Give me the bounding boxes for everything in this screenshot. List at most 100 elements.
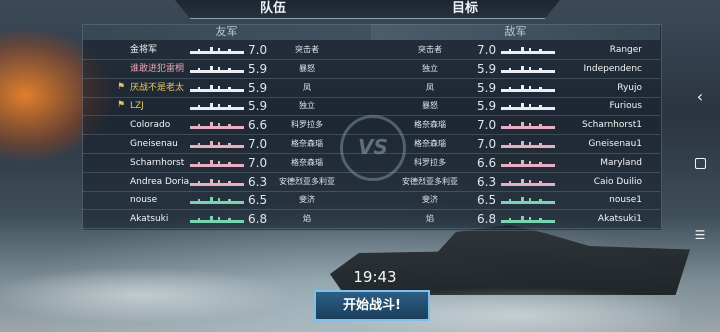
enemy-row[interactable]: nouse1 6.5 斐济 — [371, 191, 660, 211]
ship-rating: 5.9 — [248, 99, 268, 114]
ship-silhouette-icon — [188, 196, 246, 205]
start-battle-button[interactable]: 开始战斗! — [314, 290, 430, 321]
friendly-row[interactable]: 金将军 7.0 突击者 — [82, 41, 371, 60]
ship-class: 暴怒 — [422, 101, 438, 111]
system-nav-bar: ‹ ☰ — [680, 0, 720, 332]
ship-rating: 5.9 — [477, 99, 497, 114]
ship-rating: 5.9 — [477, 80, 497, 95]
friendly-row[interactable]: Colorado 6.6 科罗拉多 — [82, 116, 371, 136]
enemy-row[interactable]: Ranger 7.0 突击者 — [371, 41, 660, 60]
ship-class: 安德烈亚多利亚 — [402, 176, 458, 186]
player-name: Andrea Doria — [130, 176, 190, 187]
ship-silhouette-icon — [499, 140, 557, 149]
ship-silhouette-icon — [499, 121, 557, 130]
ship-class: 焰 — [426, 214, 434, 224]
ship-class: 斐济 — [299, 195, 315, 205]
player-name: Ranger — [609, 45, 642, 55]
friendly-row[interactable]: 谁敢进犯雷桐 5.9 暴怒 — [82, 60, 371, 79]
ship-silhouette-icon — [499, 84, 557, 93]
enemy-header: 敌军 — [371, 24, 660, 40]
ship-class: 格奈森瑙 — [414, 139, 446, 148]
ship-rating: 7.0 — [477, 43, 497, 57]
friendly-row[interactable]: Andrea Doria 6.3 安德烈亚多利亚 — [82, 173, 371, 192]
friendly-row[interactable]: Akatsuki 6.8 焰 — [82, 210, 371, 230]
player-name: Furious — [609, 101, 643, 112]
tab-team[interactable]: 队伍 — [228, 0, 318, 18]
player-name: nouse — [130, 195, 158, 206]
ship-class: 凤 — [303, 82, 311, 92]
ship-rating: 7.0 — [248, 43, 268, 57]
friendly-row[interactable]: ⚑ LZJ 5.9 独立 — [82, 97, 371, 117]
player-name: Independenc — [583, 63, 642, 74]
enemy-row[interactable]: Gneisenau1 7.0 格奈森瑙 — [371, 135, 660, 154]
ship-silhouette-icon — [188, 46, 246, 55]
ship-rating: 5.9 — [248, 61, 268, 76]
flag-icon: ⚑ — [116, 100, 126, 111]
ship-rating: 6.8 — [477, 212, 497, 227]
ship-rating: 6.6 — [477, 155, 497, 170]
ship-class: 格奈森瑙 — [291, 139, 323, 148]
ship-rating: 5.9 — [477, 61, 497, 76]
ship-class: 格奈森瑙 — [291, 157, 323, 167]
friendly-row[interactable]: Gneisenau 7.0 格奈森瑙 — [82, 135, 371, 154]
enemy-row[interactable]: Ryujo 5.9 凤 — [371, 79, 660, 98]
home-icon[interactable] — [692, 158, 708, 174]
ship-rating: 6.8 — [248, 212, 268, 227]
friendly-row[interactable]: ⚑ 厌战不是老太 5.9 凤 — [82, 79, 371, 98]
ship-class: 科罗拉多 — [414, 157, 446, 167]
menu-icon[interactable]: ☰ — [692, 227, 708, 243]
player-name: Scharnhorst — [130, 157, 185, 168]
friendly-row[interactable]: Scharnhorst 7.0 格奈森瑙 — [82, 154, 371, 173]
enemy-row[interactable]: Scharnhorst1 7.0 格奈森瑙 — [371, 116, 660, 136]
player-name: nouse1 — [609, 195, 642, 206]
ship-silhouette-icon — [499, 46, 557, 55]
ship-silhouette-icon — [499, 65, 557, 74]
player-name: Akatsuki — [130, 214, 169, 225]
back-icon[interactable]: ‹ — [692, 89, 708, 105]
ship-class: 独立 — [299, 101, 315, 111]
player-name: 金将军 — [130, 45, 158, 55]
ship-rating: 5.9 — [248, 80, 268, 95]
ship-rating: 7.0 — [477, 118, 497, 133]
ship-silhouette-icon — [188, 215, 246, 224]
enemy-row[interactable]: Maryland 6.6 科罗拉多 — [371, 154, 660, 173]
ship-rating: 6.3 — [248, 174, 268, 189]
enemy-row[interactable]: Caio Duilio 6.3 安德烈亚多利亚 — [371, 173, 660, 192]
tab-target[interactable]: 目标 — [420, 0, 510, 18]
ship-rating: 6.3 — [477, 174, 497, 189]
ship-class: 格奈森瑙 — [414, 120, 446, 130]
ship-silhouette-icon — [499, 215, 557, 224]
enemy-row[interactable]: Akatsuki1 6.8 焰 — [371, 210, 660, 230]
ship-rating: 7.0 — [248, 137, 268, 151]
player-name: Gneisenau — [130, 139, 178, 149]
enemy-row[interactable]: Independenc 5.9 独立 — [371, 60, 660, 79]
flag-icon: ⚑ — [116, 81, 126, 92]
player-name: LZJ — [130, 101, 144, 112]
player-name: Colorado — [130, 120, 171, 131]
player-name: Gneisenau1 — [588, 139, 642, 149]
ship-silhouette-icon — [188, 84, 246, 93]
ship-class: 凤 — [426, 82, 434, 92]
ship-rating: 6.5 — [477, 193, 497, 208]
match-timer: 19:43 — [353, 268, 397, 286]
ship-class: 暴怒 — [299, 63, 315, 73]
ship-silhouette-icon — [499, 196, 557, 205]
ship-class: 突击者 — [295, 45, 319, 54]
ship-silhouette-icon — [499, 159, 557, 168]
ship-silhouette-icon — [188, 159, 246, 168]
enemy-row[interactable]: Furious 5.9 暴怒 — [371, 97, 660, 117]
player-name: Ryujo — [617, 82, 642, 93]
ship-class: 斐济 — [422, 195, 438, 205]
ship-silhouette-icon — [499, 178, 557, 187]
ship-silhouette-icon — [188, 65, 246, 74]
friendly-row[interactable]: nouse 6.5 斐济 — [82, 191, 371, 211]
ship-silhouette-icon — [188, 178, 246, 187]
player-name: Caio Duilio — [593, 176, 642, 187]
ship-class: 安德烈亚多利亚 — [279, 176, 335, 186]
ship-rating: 6.5 — [248, 193, 268, 208]
ship-silhouette-icon — [188, 140, 246, 149]
ship-class: 独立 — [422, 63, 438, 73]
ship-class: 焰 — [303, 214, 311, 224]
ship-silhouette-icon — [499, 102, 557, 111]
ship-silhouette-icon — [188, 121, 246, 130]
